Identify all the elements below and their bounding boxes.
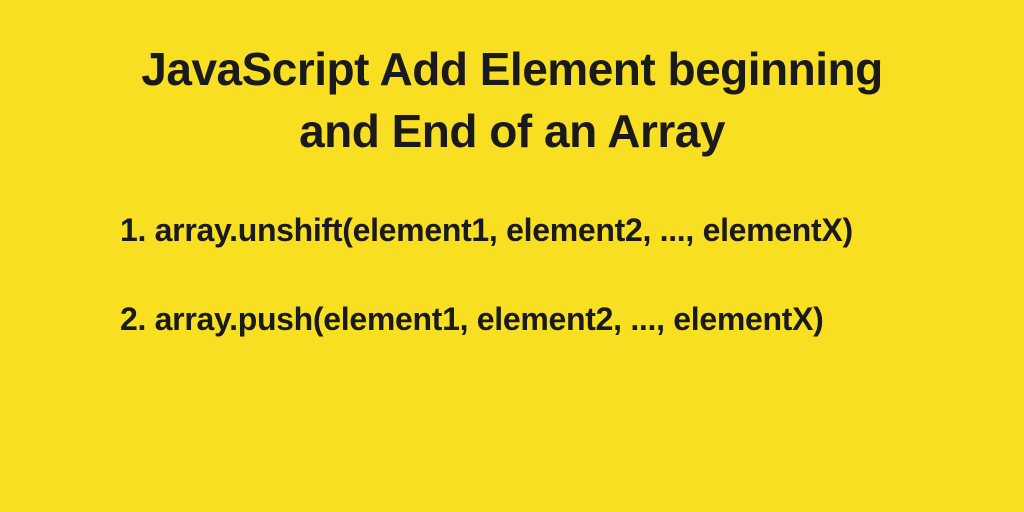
list-item: 2. array.push(element1, element2, ..., e… [120,301,944,338]
slide-title: JavaScript Add Element beginning and End… [80,38,944,162]
list-item: 1. array.unshift(element1, element2, ...… [120,212,944,249]
title-line-2: and End of an Array [299,105,725,157]
method-list: 1. array.unshift(element1, element2, ...… [80,212,944,338]
slide-container: JavaScript Add Element beginning and End… [0,0,1024,512]
title-line-1: JavaScript Add Element beginning [141,43,882,95]
